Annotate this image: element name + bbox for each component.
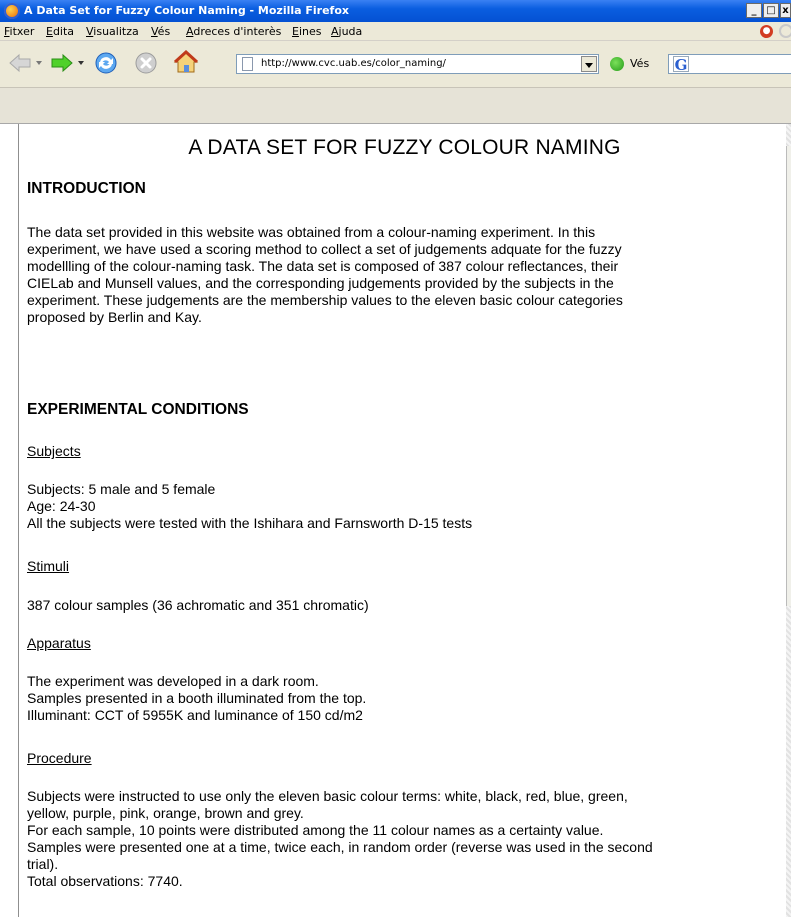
maximize-button[interactable]: □ (763, 3, 779, 18)
intro-line: experiment. These judgements are the mem… (27, 292, 623, 308)
subjects-link[interactable]: Subjects (27, 443, 81, 460)
procedure-link[interactable]: Procedure (27, 750, 92, 767)
apparatus-line: Samples presented in a booth illuminated… (27, 690, 367, 706)
procedure-line: Samples were presented one at a time, tw… (27, 839, 653, 855)
stop-icon[interactable] (134, 51, 158, 75)
introduction-paragraph: The data set provided in this website wa… (27, 224, 782, 326)
procedure-line: Total observations: 7740. (27, 873, 183, 889)
apparatus-line: Illuminant: CCT of 5955K and luminance o… (27, 707, 363, 723)
google-icon[interactable]: G (673, 56, 689, 73)
status-stop-icon: ● (760, 25, 773, 38)
navigation-toolbar: http://www.cvc.uab.es/color_naming/ Vés … (0, 41, 791, 88)
stimuli-paragraph: 387 colour samples (36 achromatic and 35… (27, 597, 782, 614)
intro-line: modellling of the colour-naming task. Th… (27, 258, 619, 274)
forward-arrow-icon[interactable] (50, 53, 74, 73)
apparatus-line: The experiment was developed in a dark r… (27, 673, 319, 689)
intro-line: proposed by Berlin and Kay. (27, 309, 202, 325)
page-content: A DATA SET FOR FUZZY COLOUR NAMING INTRO… (18, 124, 789, 917)
back-arrow-icon[interactable] (8, 53, 32, 73)
forward-dropdown-icon[interactable] (78, 61, 84, 65)
menu-adreces[interactable]: Adreces d'interès (186, 22, 281, 41)
subjects-line: Age: 24-30 (27, 498, 96, 514)
stimuli-line: 387 colour samples (36 achromatic and 35… (27, 597, 369, 613)
sidebar-gutter (0, 124, 18, 917)
window-title: A Data Set for Fuzzy Colour Naming - Moz… (24, 4, 349, 17)
subjects-line: Subjects: 5 male and 5 female (27, 481, 216, 497)
procedure-line: yellow, purple, pink, orange, brown and … (27, 805, 304, 821)
window-title-bar: A Data Set for Fuzzy Colour Naming - Moz… (0, 0, 791, 22)
menu-ajuda[interactable]: Ajuda (331, 22, 362, 41)
procedure-line: trial). (27, 856, 59, 872)
procedure-paragraph: Subjects were instructed to use only the… (27, 788, 782, 890)
scrollbar-thumb[interactable] (786, 146, 791, 606)
menu-bar: Fitxer Edita Visualitza Vés Adreces d'in… (0, 22, 791, 41)
menu-eines[interactable]: Eines (292, 22, 321, 41)
subjects-line: All the subjects were tested with the Is… (27, 515, 473, 531)
intro-line: CIELab and Munsell values, and the corre… (27, 275, 614, 291)
search-bar[interactable]: G (668, 54, 791, 74)
menu-edita[interactable]: Edita (46, 22, 74, 41)
close-button[interactable]: x (780, 3, 791, 18)
introduction-heading: INTRODUCTION (27, 180, 146, 197)
procedure-line: For each sample, 10 points were distribu… (27, 822, 604, 838)
procedure-line: Subjects were instructed to use only the… (27, 788, 628, 804)
url-bar[interactable]: http://www.cvc.uab.es/color_naming/ (236, 54, 599, 74)
menu-fitxer[interactable]: Fitxer (4, 22, 34, 41)
experimental-conditions-heading: EXPERIMENTAL CONDITIONS (27, 401, 249, 418)
go-icon[interactable] (610, 57, 624, 71)
back-dropdown-icon[interactable] (36, 61, 42, 65)
apparatus-paragraph: The experiment was developed in a dark r… (27, 673, 782, 724)
intro-line: experiment, we have used a scoring metho… (27, 241, 622, 257)
apparatus-link[interactable]: Apparatus (27, 635, 91, 652)
page-title: A DATA SET FOR FUZZY COLOUR NAMING (188, 136, 621, 159)
url-dropdown-button[interactable] (581, 56, 597, 72)
go-button[interactable]: Vés (630, 56, 649, 72)
url-input[interactable]: http://www.cvc.uab.es/color_naming/ (261, 55, 446, 73)
minimize-button[interactable]: _ (746, 3, 762, 18)
home-icon[interactable] (173, 49, 199, 74)
reload-icon[interactable] (94, 51, 118, 75)
throbber-icon (779, 24, 791, 38)
subjects-paragraph: Subjects: 5 male and 5 female Age: 24-30… (27, 481, 782, 532)
stimuli-link[interactable]: Stimuli (27, 558, 69, 575)
page-icon (242, 57, 253, 71)
menu-visualitza[interactable]: Visualitza (86, 22, 139, 41)
intro-line: The data set provided in this website wa… (27, 224, 596, 240)
menu-ves[interactable]: Vés (151, 22, 170, 41)
bookmarks-bar (0, 88, 791, 124)
firefox-icon (4, 3, 20, 19)
